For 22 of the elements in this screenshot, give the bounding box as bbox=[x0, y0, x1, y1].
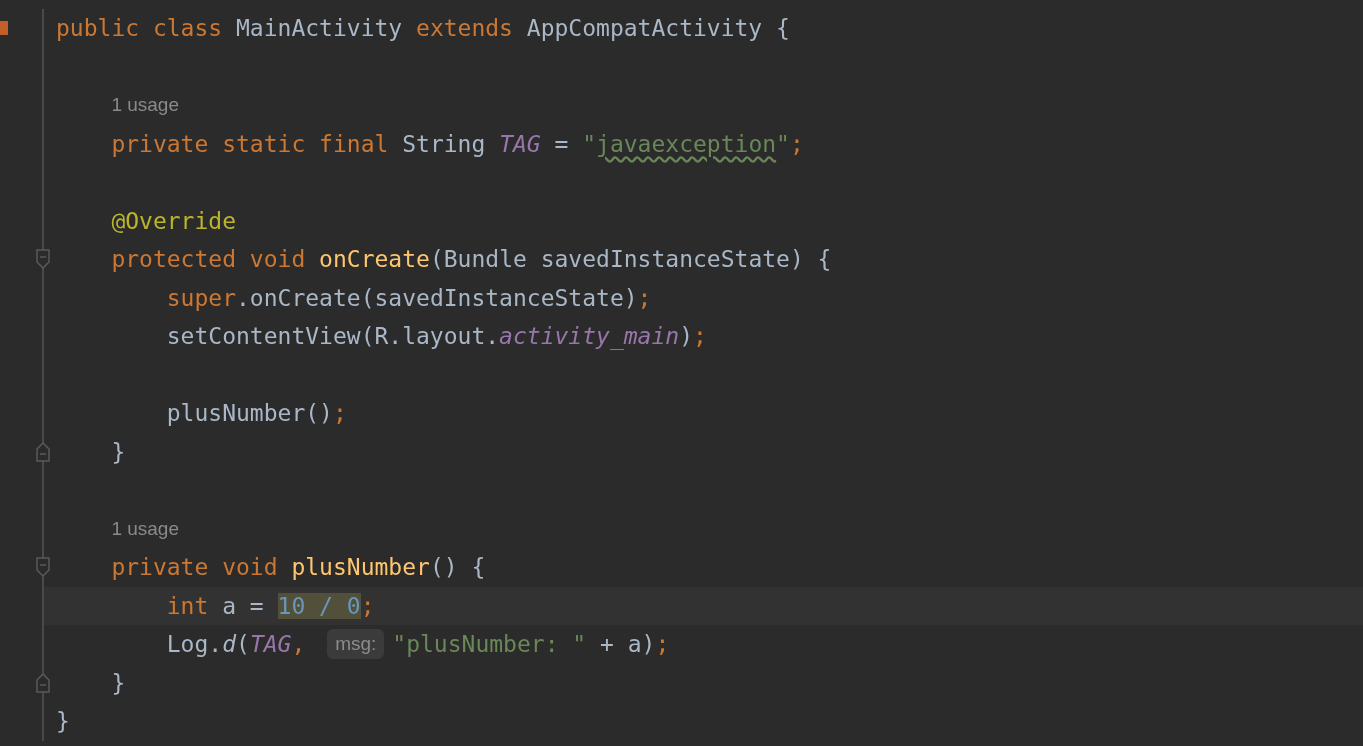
fold-icon[interactable] bbox=[36, 441, 50, 462]
parameter-hint: msg: bbox=[327, 629, 385, 660]
fold-icon[interactable] bbox=[36, 557, 50, 577]
code-text: } bbox=[56, 707, 70, 736]
code-text: private static final String TAG = "javaexception"; bbox=[110, 129, 804, 159]
code-text: super.onCreate(savedInstanceState); bbox=[165, 283, 652, 313]
code-text: } bbox=[110, 437, 126, 467]
code-text: public class MainActivity extends AppCompatActivity { bbox=[56, 14, 790, 43]
code-text: protected void onCreate(Bundle savedInstanceState) { bbox=[110, 245, 832, 274]
code-text: int a = 10 / 0; bbox=[165, 591, 375, 621]
fold-icon[interactable] bbox=[36, 672, 50, 693]
code-text: "plusNumber: " + a); bbox=[392, 630, 670, 659]
fold-icon[interactable] bbox=[36, 249, 50, 269]
code-text: Log.d(TAG, bbox=[165, 630, 307, 659]
code-text: plusNumber(); bbox=[165, 399, 347, 428]
usage-hint[interactable]: 1 usage bbox=[111, 509, 179, 548]
usage-hint[interactable]: 1 usage bbox=[111, 86, 179, 125]
change-marker[interactable] bbox=[0, 21, 8, 35]
code-text: setContentView(R.layout.activity_main); bbox=[165, 322, 707, 352]
code-text: @Override bbox=[110, 206, 236, 236]
code-text: private void plusNumber() { bbox=[110, 553, 486, 582]
code-text: } bbox=[110, 668, 126, 698]
